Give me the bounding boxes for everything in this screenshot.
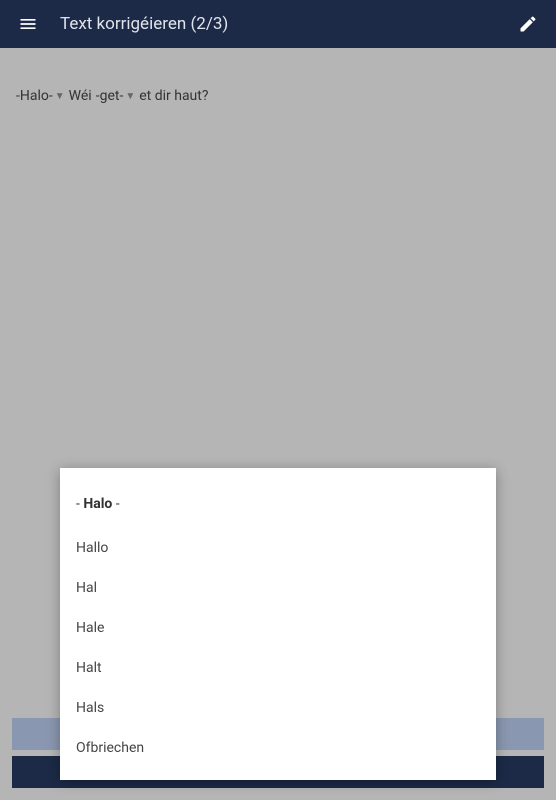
sentence-editor: - Halo - ▼ Wéi - get - ▼ et dir haut?	[16, 88, 540, 104]
chevron-down-icon: ▼	[55, 91, 65, 102]
popup-current-word-text: Halo	[83, 496, 112, 512]
suggestion-item[interactable]: Hale	[60, 608, 496, 648]
pencil-icon	[518, 14, 538, 34]
app-header: Text korrigéieren (2/3)	[0, 0, 556, 48]
hamburger-icon	[18, 14, 38, 34]
suggestion-item[interactable]: Hals	[60, 688, 496, 728]
word-1-suffix: -	[49, 88, 53, 104]
cancel-text: Ofbriechen	[76, 740, 144, 756]
suggestions-popup: - Halo - Hallo Hal Hale Halt Hals Ofbrie…	[60, 468, 496, 780]
popup-current-word: - Halo -	[60, 484, 496, 528]
word-2-text: Wéi	[69, 88, 92, 104]
suggestion-text: Hals	[76, 700, 104, 716]
popup-current-suffix: -	[112, 496, 119, 512]
suggestion-text: Hal	[76, 580, 97, 596]
word-3-text: get	[100, 88, 120, 104]
content-area: - Halo - ▼ Wéi - get - ▼ et dir haut?	[0, 48, 556, 120]
menu-button[interactable]	[12, 8, 44, 40]
suggestion-text: Hallo	[76, 540, 108, 556]
chevron-down-icon: ▼	[125, 91, 135, 102]
cancel-item[interactable]: Ofbriechen	[60, 728, 496, 768]
suggestion-item[interactable]: Hallo	[60, 528, 496, 568]
word-dropdown-3[interactable]: - get - ▼	[96, 88, 136, 104]
suggestion-text: Halt	[76, 660, 102, 676]
word-4: et dir haut?	[139, 88, 208, 104]
suggestion-text: Hale	[76, 620, 104, 636]
word-1-text: Halo	[20, 88, 49, 104]
word-2[interactable]: Wéi	[69, 88, 92, 104]
word-dropdown-1[interactable]: - Halo - ▼	[16, 88, 65, 104]
suggestion-item[interactable]: Halt	[60, 648, 496, 688]
word-4-text: et dir haut?	[139, 88, 208, 104]
edit-button[interactable]	[512, 8, 544, 40]
word-3-suffix: -	[119, 88, 123, 104]
suggestion-item[interactable]: Hal	[60, 568, 496, 608]
page-title: Text korrigéieren (2/3)	[60, 14, 512, 34]
